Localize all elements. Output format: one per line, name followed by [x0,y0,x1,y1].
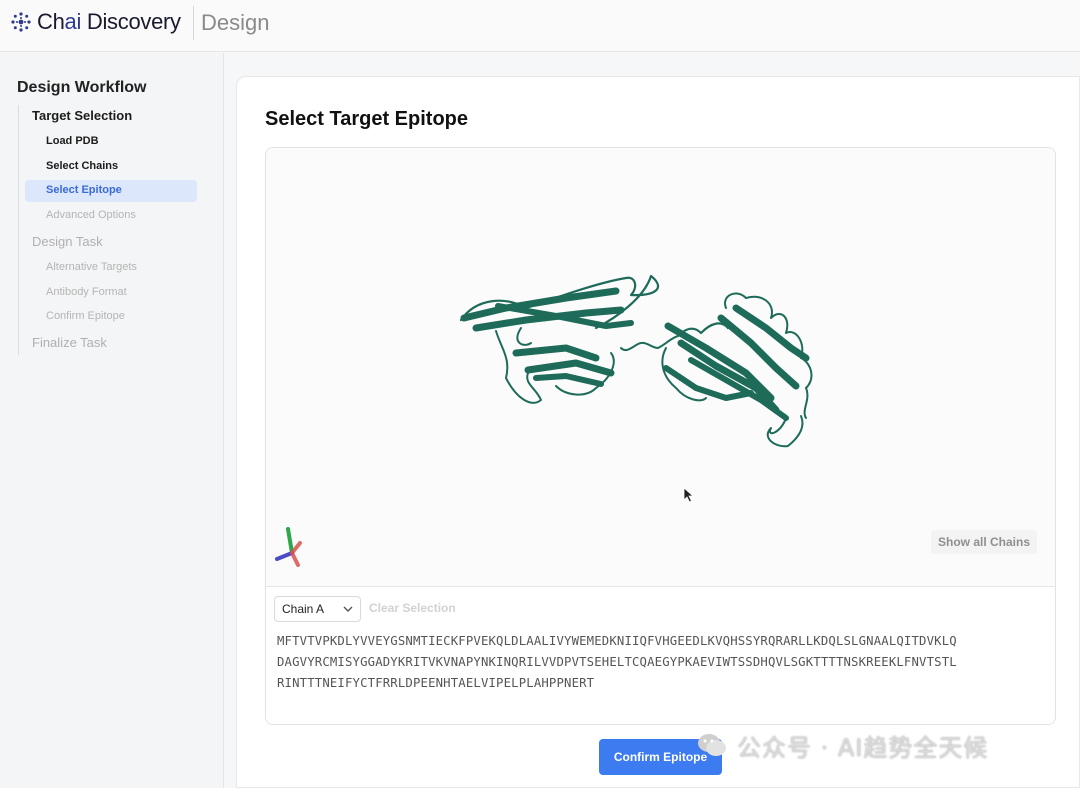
step-confirm-epitope[interactable]: Confirm Epitope [46,310,125,322]
step-advanced-options[interactable]: Advanced Options [46,209,136,221]
step-design-task[interactable]: Design Task [32,234,103,249]
page-title: Select Target Epitope [265,108,469,130]
sequence-panel: Chain A Clear Selection MFTVTVPKDLYVVEYG… [266,586,1055,724]
step-antibody-format[interactable]: Antibody Format [46,286,127,298]
step-finalize-task[interactable]: Finalize Task [32,335,107,350]
section-name: Design [201,10,270,35]
sequence-line[interactable]: DAGVYRCMISYGGADYKRITVKVNAPYNKINQRILVVDPV… [277,652,1052,673]
3d-canvas[interactable]: Show all Chains [266,148,1055,586]
step-load-pdb[interactable]: Load PDB [46,135,99,147]
protein-structure[interactable] [266,148,1055,586]
watermark-text: 公众号 · AI趋势全天候 [737,733,989,762]
mouse-cursor-icon [683,487,695,503]
brand-suffix: Discovery [81,9,181,34]
top-bar: Chai Discovery Design [0,0,1080,52]
workflow-title: Design Workflow [17,79,147,96]
sequence-line[interactable]: MFTVTVPKDLYVVEYGSNMTIECKFPVEKQLDLAALIVYW… [277,631,1052,652]
step-select-epitope[interactable]: Select Epitope [46,184,122,196]
step-target-selection[interactable]: Target Selection [32,108,132,123]
brand-prefix: Ch [37,9,65,34]
show-all-chains-button[interactable]: Show all Chains [930,530,1037,554]
wechat-icon [698,734,726,756]
step-select-chains[interactable]: Select Chains [46,160,118,172]
clear-selection-button[interactable]: Clear Selection [369,601,456,615]
workflow-sidebar: Design Workflow Target Selection Load PD… [0,53,224,788]
orientation-axes-icon[interactable] [274,525,310,571]
brand-divider [193,6,194,40]
workflow-track-line [18,105,19,355]
watermark: 公众号 · AI趋势全天候 [695,728,988,762]
sequence-line[interactable]: RINTTTNEIFYCTFRRLDPEENHTAELVIPELPLAHPPNE… [277,673,1052,694]
chai-logo-icon[interactable] [10,11,32,33]
main-card: Select Target Epitope Show all Chains Ch… [236,76,1080,788]
chain-select-value: Chain A [282,602,325,616]
chevron-down-icon [343,606,353,612]
brand-highlight: ai [64,9,82,34]
step-alternative-targets[interactable]: Alternative Targets [46,261,137,273]
chain-select[interactable]: Chain A [274,596,361,622]
brand-name[interactable]: Chai Discovery [37,9,181,35]
structure-viewer: Show all Chains Chain A Clear Selection … [265,147,1056,725]
sequence-text[interactable]: MFTVTVPKDLYVVEYGSNMTIECKFPVEKQLDLAALIVYW… [277,631,1052,694]
